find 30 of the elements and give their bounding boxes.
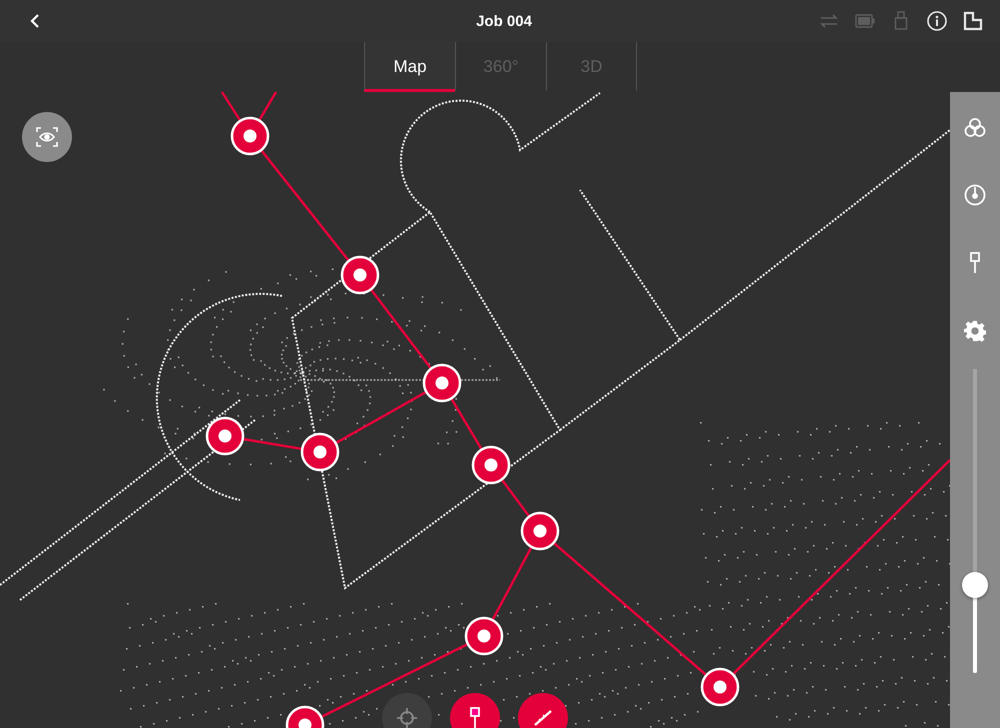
eye-icon — [36, 127, 58, 147]
dial-icon[interactable] — [964, 184, 986, 206]
scan-position-marker[interactable] — [300, 432, 340, 472]
scan-position-marker[interactable] — [286, 706, 324, 728]
measure-button[interactable] — [518, 693, 568, 728]
pin-button[interactable] — [450, 693, 500, 728]
scan-position-marker[interactable] — [464, 616, 504, 656]
scan-position-marker[interactable] — [422, 364, 462, 402]
view-tab[interactable]: Map — [364, 42, 455, 92]
window-title: Job 004 — [476, 12, 532, 30]
three-circles-icon[interactable] — [964, 118, 986, 138]
floorplan-icon — [963, 11, 983, 31]
scan-position-marker[interactable] — [206, 416, 244, 456]
tape-measure-icon — [532, 707, 554, 728]
pin-icon[interactable] — [969, 252, 981, 274]
locate-button[interactable] — [382, 693, 432, 728]
scan-position-marker[interactable] — [230, 116, 270, 156]
crosshair-icon — [396, 707, 418, 728]
scan-position-marker[interactable] — [520, 512, 560, 550]
sync-arrows-icon — [819, 13, 839, 29]
scan-position-marker[interactable] — [472, 446, 510, 484]
info-icon — [927, 11, 947, 31]
scan-position-marker[interactable] — [700, 668, 740, 706]
battery-icon — [855, 14, 875, 28]
usb-drive-icon — [894, 11, 908, 31]
settings-icon[interactable] — [964, 320, 986, 342]
view-toggle-button[interactable] — [22, 112, 72, 162]
pin-icon — [469, 707, 481, 728]
scan-position-marker[interactable] — [340, 256, 380, 294]
slider-thumb[interactable] — [962, 572, 988, 598]
